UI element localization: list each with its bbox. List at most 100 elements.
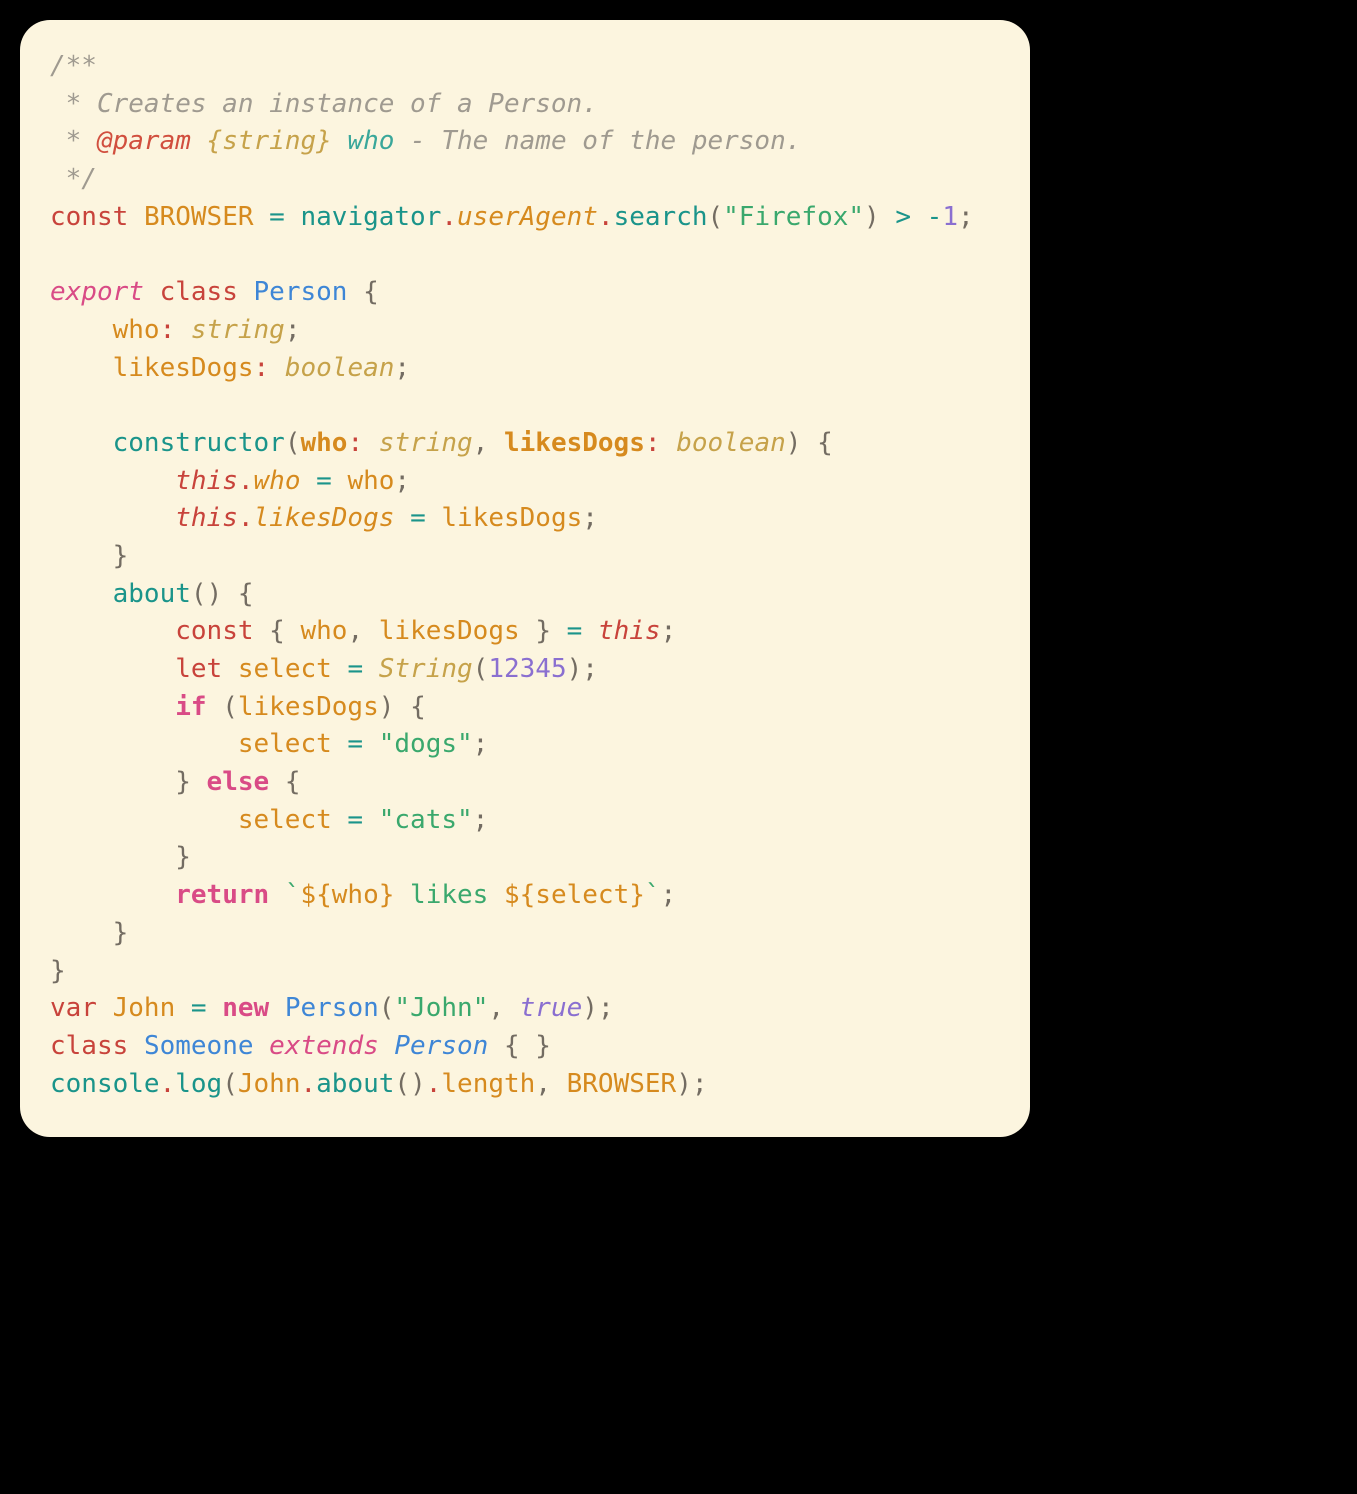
code-token: const <box>50 202 128 232</box>
code-card: /** * Creates an instance of a Person. *… <box>20 20 1030 1137</box>
code-token: } <box>535 1031 551 1061</box>
code-token: export <box>50 277 144 307</box>
code-token: new <box>222 993 269 1023</box>
code-token: select <box>238 805 332 835</box>
code-token: ; <box>661 880 677 910</box>
code-token: var <box>50 993 97 1023</box>
code-token: = <box>191 993 207 1023</box>
code-token: , <box>347 616 363 646</box>
code-token: . <box>426 1069 442 1099</box>
code-token: . <box>238 503 254 533</box>
code-token: Someone <box>144 1031 254 1061</box>
code-token: about <box>316 1069 394 1099</box>
code-token: . <box>598 202 614 232</box>
code-token <box>191 126 207 156</box>
code-token: ; <box>394 353 410 383</box>
code-token: : <box>160 315 176 345</box>
code-token: who <box>347 466 394 496</box>
code-token: ) <box>582 993 598 1023</box>
code-token: this <box>598 616 661 646</box>
code-block: /** * Creates an instance of a Person. *… <box>50 48 1000 1103</box>
code-token: Person <box>285 993 379 1023</box>
code-token: : <box>347 428 363 458</box>
code-token: { <box>817 428 833 458</box>
code-token: = <box>567 616 583 646</box>
code-token: if <box>175 692 206 722</box>
code-token: String <box>379 654 473 684</box>
code-token: ( <box>222 1069 238 1099</box>
code-token: likesDogs <box>504 428 645 458</box>
code-token: const <box>175 616 253 646</box>
code-token: {string} <box>207 126 332 156</box>
code-token: = <box>347 805 363 835</box>
code-token: true <box>520 993 583 1023</box>
code-token: "John" <box>394 993 488 1023</box>
code-token: ; <box>661 616 677 646</box>
code-token <box>332 126 348 156</box>
code-token: select <box>238 729 332 759</box>
code-token: select <box>535 880 629 910</box>
code-token: , <box>473 428 489 458</box>
code-token: about <box>113 579 191 609</box>
code-token: constructor <box>113 428 285 458</box>
code-token: > <box>895 202 911 232</box>
code-token: who <box>113 315 160 345</box>
code-token: ( <box>222 692 238 722</box>
code-token: ) <box>864 202 880 232</box>
code-token: ; <box>473 805 489 835</box>
code-token: John <box>113 993 176 1023</box>
code-token: ; <box>582 654 598 684</box>
code-token: search <box>614 202 708 232</box>
code-token: BROWSER <box>144 202 254 232</box>
code-token: ) <box>379 692 395 722</box>
code-token: ) <box>786 428 802 458</box>
code-token: ; <box>692 1069 708 1099</box>
code-token: } <box>629 880 645 910</box>
code-token: = <box>316 466 332 496</box>
code-token: class <box>50 1031 128 1061</box>
code-token: @param <box>97 126 191 156</box>
code-token: - The name of the person. <box>394 126 801 156</box>
code-token: this <box>175 466 238 496</box>
code-token: . <box>238 466 254 496</box>
code-token: boolean <box>285 353 395 383</box>
code-token: extends <box>269 1031 379 1061</box>
code-token: ` <box>285 880 301 910</box>
code-token: select <box>238 654 332 684</box>
code-token: ; <box>473 729 489 759</box>
code-token: else <box>207 767 270 797</box>
code-token: ` <box>645 880 661 910</box>
code-token: ( <box>191 579 207 609</box>
code-token: } <box>50 956 66 986</box>
code-token: ; <box>582 503 598 533</box>
code-token: who <box>347 126 394 156</box>
code-token: ) <box>207 579 223 609</box>
code-token: } <box>535 616 551 646</box>
code-token: likesDogs <box>113 353 254 383</box>
code-token: Person <box>254 277 348 307</box>
code-token: "dogs" <box>379 729 473 759</box>
code-token: . <box>441 202 457 232</box>
code-token: ( <box>708 202 724 232</box>
code-token: : <box>645 428 661 458</box>
code-token: likesDogs <box>254 503 395 533</box>
code-token: length <box>441 1069 535 1099</box>
code-token: . <box>300 1069 316 1099</box>
code-token: John <box>238 1069 301 1099</box>
code-token: } <box>113 918 129 948</box>
code-token: , <box>535 1069 551 1099</box>
code-token: likesDogs <box>238 692 379 722</box>
code-token: ) <box>567 654 583 684</box>
code-token: { <box>269 616 285 646</box>
code-token: ( <box>473 654 489 684</box>
code-token: class <box>160 277 238 307</box>
code-token: ; <box>958 202 974 232</box>
code-token: "Firefox" <box>723 202 864 232</box>
code-token: return <box>175 880 269 910</box>
code-token: , <box>488 993 504 1023</box>
code-token: userAgent <box>457 202 598 232</box>
code-token: boolean <box>676 428 786 458</box>
code-token: : <box>254 353 270 383</box>
code-token: { <box>410 692 426 722</box>
code-token: let <box>175 654 222 684</box>
